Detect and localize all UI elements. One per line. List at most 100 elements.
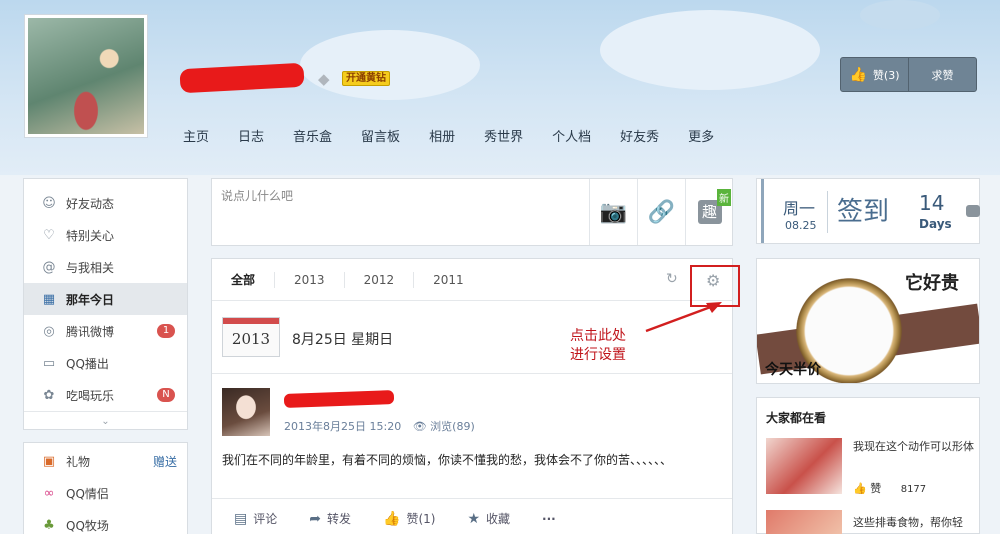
user-icon: ☺ (42, 195, 56, 211)
food-icon: ✿ (43, 387, 55, 403)
sidebar-item-food-fun[interactable]: ✿ 吃喝玩乐 N (24, 379, 187, 411)
ad-caption: 今天半价 (765, 362, 821, 378)
trending-item-text[interactable]: 这些排毒食物，帮你轻 (853, 514, 975, 530)
sidebar-item-label: 腾讯微博 (66, 324, 115, 339)
more-button[interactable]: ··· (542, 512, 556, 526)
new-badge: 新 (717, 189, 731, 206)
attachment-icon[interactable]: 🔗 (637, 179, 685, 245)
ad-banner[interactable]: 它好贵 今天半价 (756, 258, 980, 384)
tv-icon: ▭ (42, 355, 56, 371)
sign-label: 签到 (837, 197, 890, 227)
sidebar-item-special-care[interactable]: ♡ 特别关心 (24, 219, 187, 251)
nav-item-guestbook[interactable]: 留言板 (361, 126, 400, 145)
tab-2013[interactable]: 2013 (275, 271, 345, 288)
ad-headline: 它好贵 (905, 273, 959, 294)
nav-item-friend-show[interactable]: 好友秀 (620, 126, 659, 145)
eye-icon: 👁 (412, 420, 427, 433)
profile-avatar[interactable] (24, 14, 148, 138)
favorite-button[interactable]: ★ 收藏 (467, 510, 510, 527)
weibo-icon: ◎ (43, 323, 55, 339)
post-like-label: 赞(1) (406, 512, 436, 526)
post-text: 我们在不同的年龄里，有着不同的烦恼，你读不懂我的愁，我体会不了你的苦、、、、、、 (222, 453, 673, 467)
thumb-up-icon: 👍 (383, 510, 401, 527)
sidebar-item-this-day[interactable]: ▦ 那年今日 (24, 283, 187, 315)
post-like-button[interactable]: 👍 赞(1) (383, 510, 435, 527)
couple-icon: ∞ (43, 485, 55, 501)
annotation-line: 进行设置 (570, 347, 626, 363)
thumb-up-icon: 👍 (853, 482, 867, 495)
sidebar-menu: ☺ 好友动态 ♡ 特别关心 @ 与我相关 ▦ 那年今日 ◎ 腾讯微博 1 ▭ Q… (23, 178, 188, 430)
nav-item-music[interactable]: 音乐盒 (293, 126, 332, 145)
sidebar-item-label: 与我相关 (66, 260, 115, 275)
sidebar-item-qq-broadcast[interactable]: ▭ QQ播出 (24, 347, 187, 379)
sidebar-item-label: 吃喝玩乐 (66, 388, 115, 403)
cloud-decoration (600, 10, 820, 90)
status-input[interactable]: 说点儿什么吧 (221, 187, 293, 204)
trending-thumb[interactable] (766, 438, 842, 494)
nav-item-profile[interactable]: 个人档 (552, 126, 591, 145)
at-icon: @ (42, 259, 56, 275)
sign-accent-bar (761, 179, 764, 243)
forward-button[interactable]: ➦ 转发 (309, 510, 351, 527)
nav-item-album[interactable]: 相册 (429, 126, 455, 145)
comment-button[interactable]: ▤ 评论 (234, 510, 277, 527)
diamond-icon: ◆ (318, 70, 330, 88)
divider (827, 191, 828, 233)
refresh-icon[interactable]: ↻ (666, 271, 678, 287)
ranch-icon: ♣ (43, 517, 55, 533)
feed-post: 2013年8月25日 15:20 👁 浏览(89) 我们在不同的年龄里，有着不同… (212, 373, 732, 527)
camera-icon[interactable]: 📷 (589, 179, 637, 245)
vip-button[interactable]: 开通黄钻 (342, 71, 390, 86)
gift-icon: ▣ (42, 453, 56, 469)
app-item-label: QQ牧场 (66, 518, 109, 533)
sidebar-apps: ▣ 礼物 赠送 ∞ QQ情侣 ♣ QQ牧场 (23, 442, 188, 534)
nav-item-home[interactable]: 主页 (183, 126, 209, 145)
sidebar-item-friend-feed[interactable]: ☺ 好友动态 (24, 187, 187, 219)
chevron-down-icon[interactable]: ⌄ (24, 411, 187, 431)
trending-panel: 大家都在看 我现在这个动作可以形体 👍 赞 8177 这些排毒食物，帮你轻 (756, 397, 980, 534)
sign-in-card[interactable]: 周一 08.25 签到 14 Days (756, 178, 980, 244)
feed-date: 8月25日 星期日 (292, 332, 394, 348)
post-time: 2013年8月25日 15:20 (284, 420, 402, 433)
favorite-label: 收藏 (486, 512, 511, 526)
like-button[interactable]: 👍 赞(3) (841, 58, 908, 91)
sidebar-item-weibo[interactable]: ◎ 腾讯微博 1 (24, 315, 187, 347)
app-item-label: QQ情侣 (66, 486, 109, 501)
nav-item-show[interactable]: 秀世界 (484, 126, 523, 145)
sidebar-item-mentions[interactable]: @ 与我相关 (24, 251, 187, 283)
status-composer: 说点儿什么吧 📷 🔗 趣 新 (211, 178, 733, 246)
tab-all[interactable]: 全部 (212, 271, 276, 288)
fun-button[interactable]: 趣 新 (685, 179, 733, 245)
heart-icon: ♡ (43, 227, 55, 243)
app-item-qq-ranch[interactable]: ♣ QQ牧场 (24, 509, 187, 534)
app-item-gift[interactable]: ▣ 礼物 赠送 (24, 445, 187, 477)
tab-2011[interactable]: 2011 (414, 272, 483, 288)
post-actions: ▤ 评论 ➦ 转发 👍 赞(1) ★ 收藏 ··· (212, 498, 732, 534)
ask-like-button[interactable]: 求赞 (908, 58, 976, 91)
annotation-line: 点击此处 (570, 328, 626, 344)
gift-send-link[interactable]: 赠送 (153, 453, 177, 470)
tab-2012[interactable]: 2012 (345, 271, 415, 288)
sidebar-item-label: 好友动态 (66, 196, 115, 211)
sidebar-item-label: QQ播出 (66, 356, 109, 371)
gear-icon[interactable]: ⚙ (706, 271, 720, 290)
sign-days-word: Days (919, 217, 952, 231)
calendar-badge: 2013 (222, 317, 280, 357)
post-avatar[interactable] (222, 388, 270, 436)
annotation-text: 点击此处 进行设置 (570, 327, 626, 365)
main-nav: 主页 日志 音乐盒 留言板 相册 秀世界 个人档 好友秀 更多 (183, 126, 743, 145)
calendar-year: 2013 (231, 330, 271, 348)
nav-item-more[interactable]: 更多 (688, 126, 714, 145)
sign-days-num: 14 (919, 191, 945, 215)
trending-thumb[interactable] (766, 510, 842, 534)
star-icon: ★ (467, 510, 480, 527)
app-item-qq-couple[interactable]: ∞ QQ情侣 (24, 477, 187, 509)
new-badge: N (157, 388, 175, 402)
sidebar-item-label: 特别关心 (66, 228, 115, 243)
sign-toggle-icon[interactable] (966, 205, 980, 217)
sign-weekday: 周一 (783, 199, 816, 218)
cloud-decoration (860, 0, 940, 30)
nav-item-blog[interactable]: 日志 (238, 126, 264, 145)
calendar-icon: ▦ (42, 291, 56, 307)
trending-item-text[interactable]: 我现在这个动作可以形体 (853, 438, 975, 455)
